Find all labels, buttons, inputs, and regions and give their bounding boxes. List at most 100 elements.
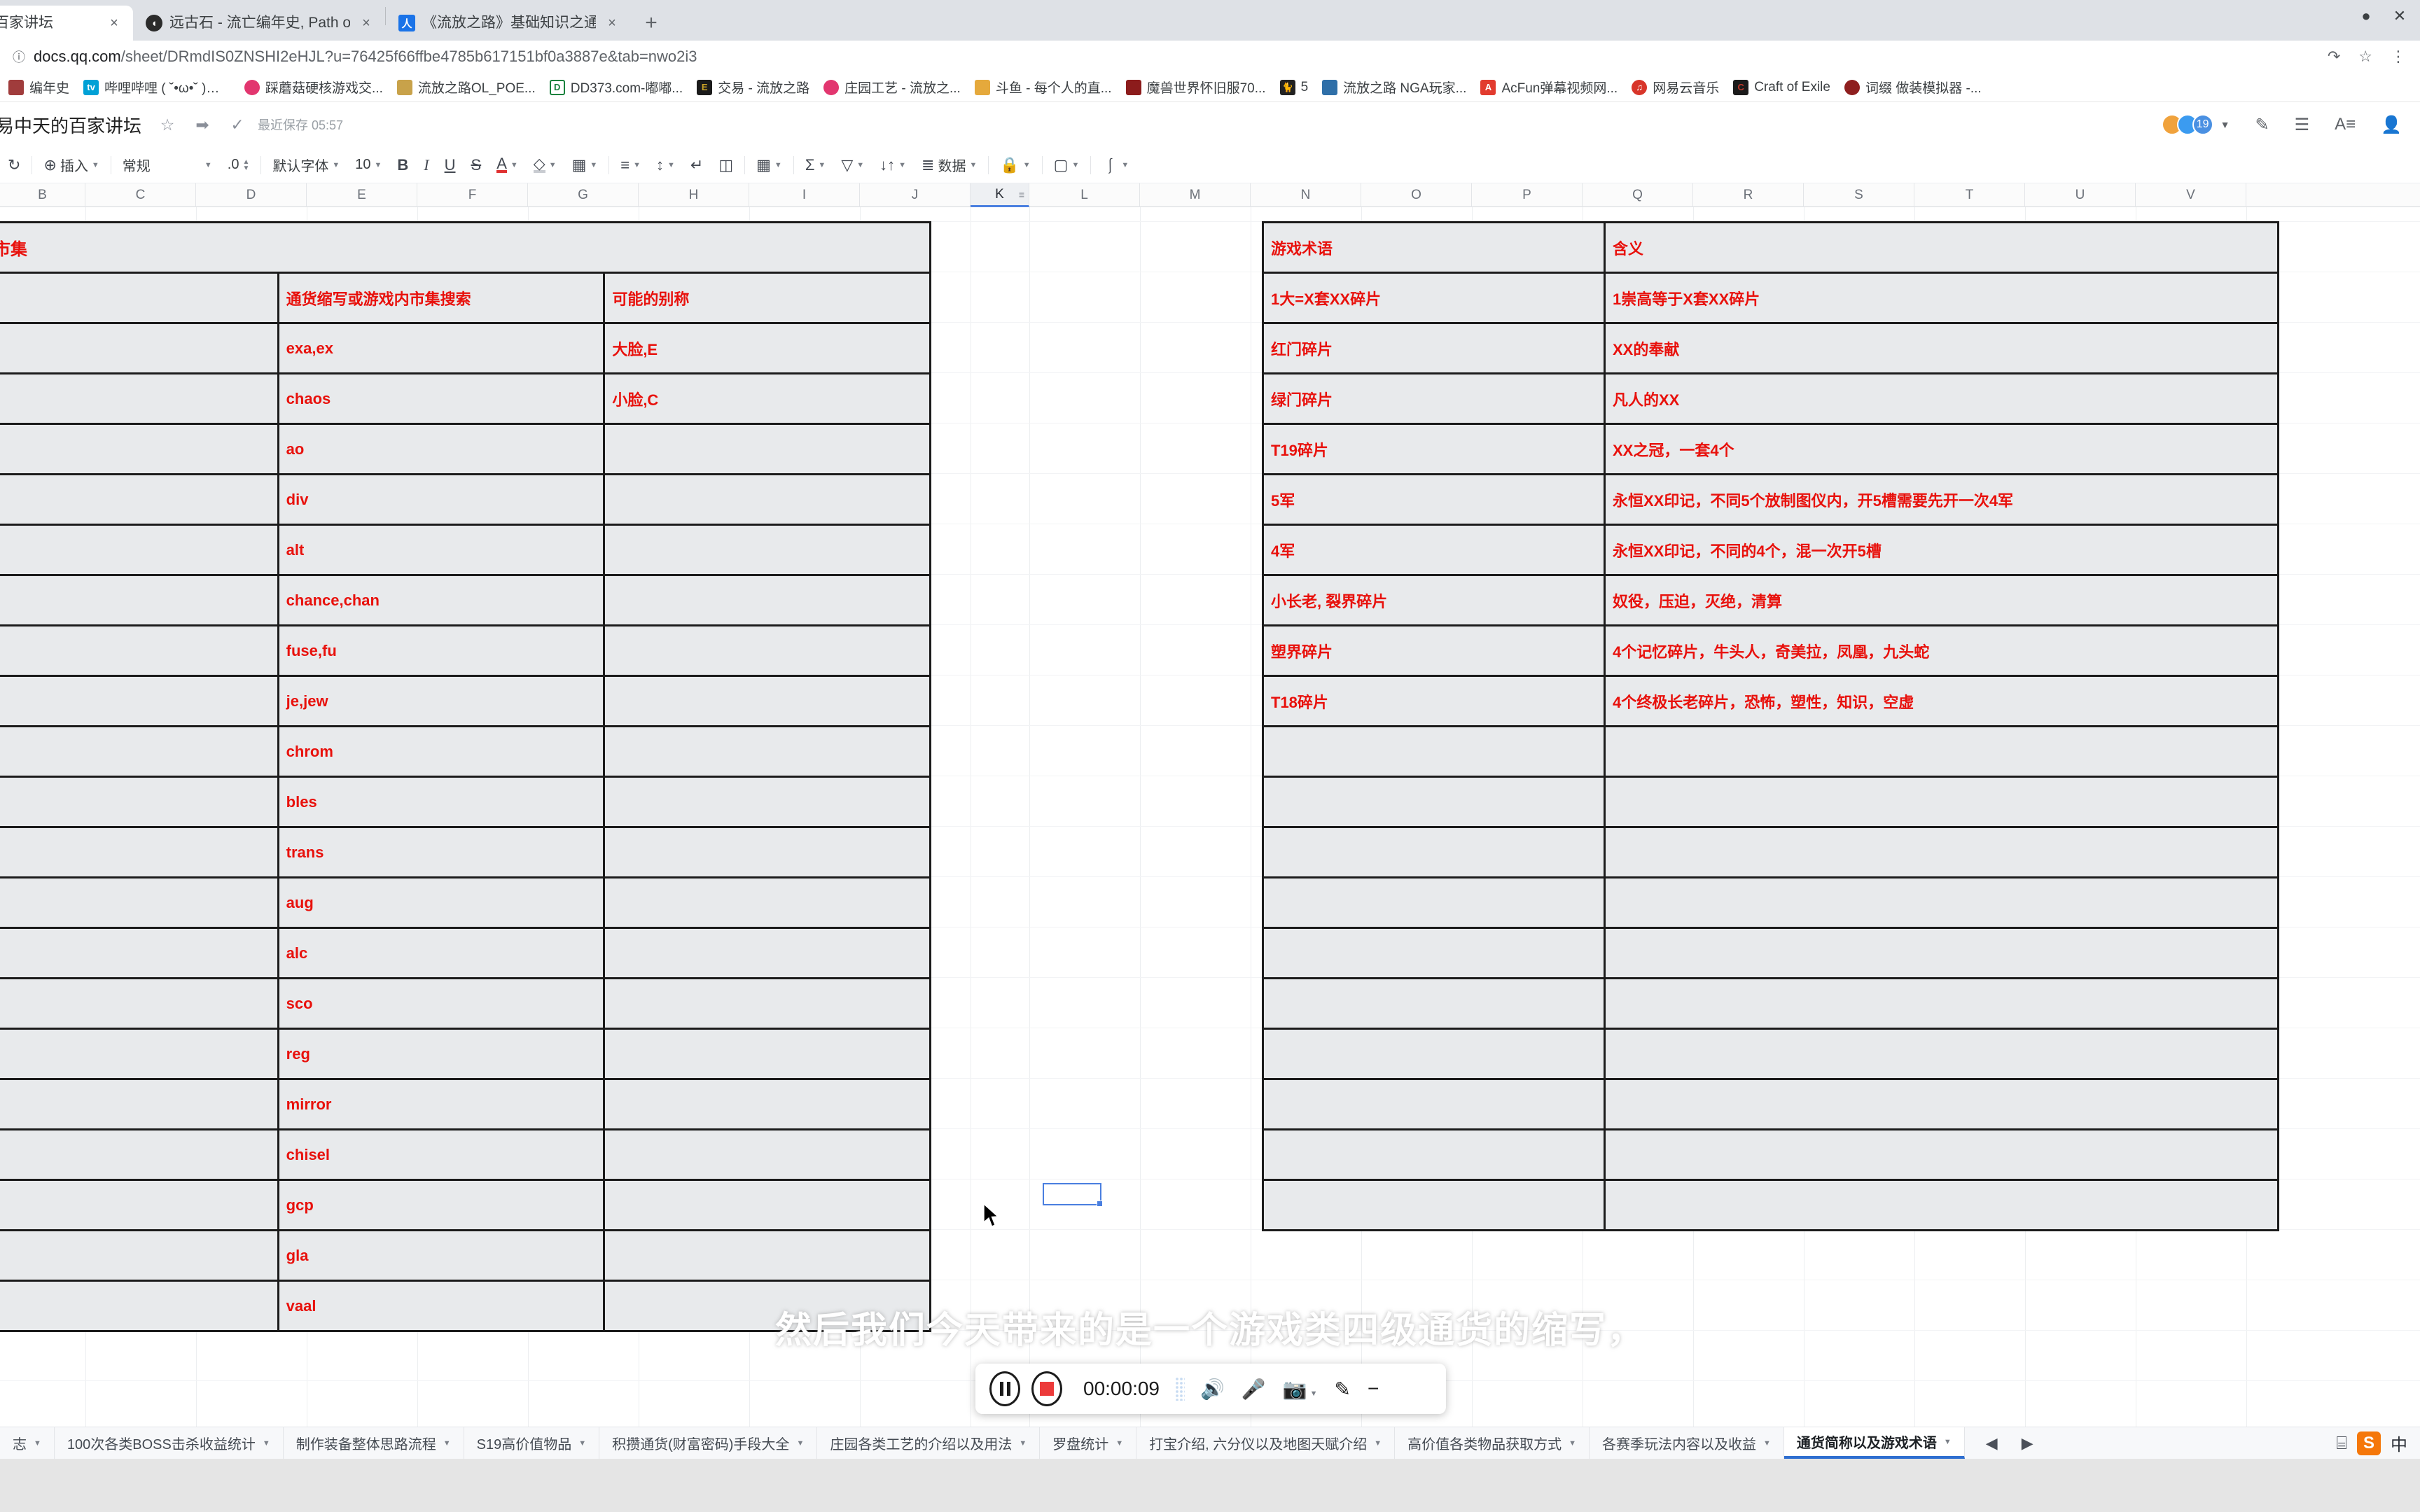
valign-button[interactable]: ↕ ▼ (648, 151, 683, 179)
share-icon[interactable]: ↷ (2328, 48, 2340, 66)
bookmark-item[interactable]: 魔兽世界怀旧服70... (1119, 75, 1273, 100)
format-panel-icon[interactable]: A≡ (2335, 115, 2356, 134)
annotate-pen-icon[interactable]: ✎ (1335, 1378, 1351, 1401)
chevron-down-icon[interactable]: ▼ (796, 1439, 804, 1448)
chevron-down-icon[interactable]: ▼ (2220, 119, 2230, 130)
column-header-G[interactable]: G (528, 183, 639, 207)
bookmark-item[interactable]: 斗鱼 - 每个人的直... (968, 75, 1119, 100)
cell-abbreviation[interactable]: chisel (277, 1128, 606, 1181)
cell-item-name[interactable] (0, 675, 279, 727)
sheet-tab-8[interactable]: 高价值各类物品获取方式 ▼ (1395, 1427, 1590, 1459)
tab-close-icon[interactable]: × (105, 14, 123, 32)
font-family-select[interactable]: 默认字体 ▼ (265, 151, 347, 179)
sum-button[interactable]: Σ ▼ (798, 151, 834, 179)
bookmark-item[interactable]: 编年史 (1, 75, 76, 100)
cell-term[interactable] (1262, 1078, 1606, 1130)
cell-abbreviation[interactable]: chrom (277, 725, 606, 778)
bookmark-item[interactable]: tv 哔哩哔哩 ( ˘•ω•˘ )つ... (76, 75, 237, 100)
save-status-icon[interactable]: ✓ (228, 115, 246, 134)
cell-meaning[interactable] (1604, 876, 2279, 929)
borders-button[interactable]: ▦ ▼ (564, 151, 606, 179)
cell-abbreviation[interactable]: alt (277, 524, 606, 576)
cell-term[interactable] (1262, 826, 1606, 878)
cell-item-name[interactable] (0, 876, 279, 929)
chevron-down-icon[interactable]: ▼ (1944, 1438, 1952, 1446)
minimize-icon[interactable]: − (1368, 1378, 1379, 1400)
merge-cells-button[interactable]: ◫ (711, 151, 741, 179)
insert-button[interactable]: ⊕ 插入 ▼ (36, 151, 106, 179)
column-header-L[interactable]: L (1029, 183, 1140, 207)
chevron-down-icon[interactable]: ▼ (578, 1439, 586, 1448)
chevron-down-icon[interactable]: ▼ (1569, 1439, 1576, 1448)
browser-tab-0[interactable]: 易中天的百家讲坛 × (0, 6, 133, 41)
cell-item-name[interactable] (0, 624, 279, 677)
cell-item-name[interactable] (0, 473, 279, 526)
cell-alias[interactable] (603, 826, 931, 878)
number-format-select[interactable]: 常规 ▼ (115, 151, 220, 179)
cell-abbreviation[interactable]: chance,chan (277, 574, 606, 626)
filter-button[interactable]: ▽ ▼ (833, 151, 872, 179)
cell-item-name[interactable] (0, 776, 279, 828)
prev-sheet-icon[interactable]: ◀ (1986, 1434, 1998, 1452)
tab-close-icon[interactable]: × (357, 14, 375, 32)
column-header-D[interactable]: D (196, 183, 307, 207)
cell-abbreviation[interactable]: je,jew (277, 675, 606, 727)
column-header-Q[interactable]: Q (1583, 183, 1693, 207)
cell-item-name[interactable] (0, 423, 279, 475)
bookmark-item[interactable]: 流放之路 NGA玩家... (1315, 75, 1473, 100)
cell-abbreviation[interactable]: reg (277, 1028, 606, 1080)
strikethrough-button[interactable]: S (464, 151, 489, 179)
data-menu-button[interactable]: ≣ 数据 ▼ (914, 151, 985, 179)
column-header-R[interactable]: R (1693, 183, 1804, 207)
cell-alias[interactable] (603, 977, 931, 1030)
font-size-select[interactable]: 10 ▼ (347, 151, 389, 179)
cell-term[interactable] (1262, 876, 1606, 929)
pause-button[interactable] (989, 1371, 1020, 1406)
sort-button[interactable]: ↓↑ ▼ (872, 151, 914, 179)
cell-item-name[interactable] (0, 524, 279, 576)
cell-abbreviation[interactable]: mirror (277, 1078, 606, 1130)
sheet-tab-5[interactable]: 庄园各类工艺的介绍以及用法 ▼ (817, 1427, 1041, 1459)
column-header-B[interactable]: B (0, 183, 85, 207)
bookmark-item[interactable]: 词缀 做装模拟器 -... (1837, 75, 1989, 100)
chevron-down-icon[interactable]: ▼ (1019, 1439, 1027, 1448)
cell-meaning[interactable]: XX之冠，一套4个 (1604, 423, 2279, 475)
cell-abbreviation[interactable]: gcp (277, 1179, 606, 1231)
menu-icon[interactable]: ☰ (2295, 115, 2310, 135)
column-header-J[interactable]: J (860, 183, 971, 207)
cell-alias[interactable] (603, 876, 931, 929)
cell-meaning[interactable] (1604, 927, 2279, 979)
address-bar[interactable]: ⓘ docs.qq.com/sheet/DRmdIS0ZNSHI2eHJL?u=… (0, 41, 2420, 73)
cell-meaning[interactable]: 奴役，压迫，灭绝，清算 (1604, 574, 2279, 626)
page-info-icon[interactable]: ⓘ (10, 48, 28, 66)
cell-meaning[interactable] (1604, 1028, 2279, 1080)
cell-meaning[interactable] (1604, 1179, 2279, 1231)
italic-button[interactable]: I (416, 151, 436, 179)
camera-off-icon[interactable]: 📷 ▼ (1283, 1378, 1318, 1401)
cell-term[interactable] (1262, 1179, 1606, 1231)
cell-term[interactable]: 1大=X套XX碎片 (1262, 272, 1606, 324)
cell-item-name[interactable] (0, 322, 279, 374)
cell-item-name[interactable] (0, 574, 279, 626)
bookmark-item[interactable]: 流放之路OL_POE... (390, 75, 543, 100)
column-header-T[interactable]: T (1914, 183, 2025, 207)
sheet-tab-1[interactable]: 100次各类BOSS击杀收益统计 ▼ (55, 1427, 284, 1459)
cell-term[interactable]: 5军 (1262, 473, 1606, 526)
column-menu-icon[interactable]: ≡ (1019, 189, 1024, 200)
cell-alias[interactable] (603, 1179, 931, 1231)
cell-alias[interactable] (603, 927, 931, 979)
sheet-tab-10[interactable]: 通货简称以及游戏术语 ▼ (1783, 1427, 1965, 1459)
cell-abbreviation[interactable]: ao (277, 423, 606, 475)
cell-abbreviation[interactable]: sco (277, 977, 606, 1030)
cell-term[interactable]: T18碎片 (1262, 675, 1606, 727)
cell-alias[interactable] (603, 473, 931, 526)
column-header-S[interactable]: S (1804, 183, 1914, 207)
browser-tab-2[interactable]: 人 《流放之路》基础知识之通用货币 × (386, 6, 631, 41)
cell-meaning[interactable] (1604, 776, 2279, 828)
drag-handle-icon[interactable] (1175, 1377, 1185, 1401)
cell-term[interactable] (1262, 725, 1606, 778)
cell-meaning[interactable] (1604, 826, 2279, 878)
cell-meaning[interactable] (1604, 977, 2279, 1030)
cell-term[interactable]: 小长老, 裂界碎片 (1262, 574, 1606, 626)
minimize-button[interactable]: ● (2357, 7, 2375, 25)
